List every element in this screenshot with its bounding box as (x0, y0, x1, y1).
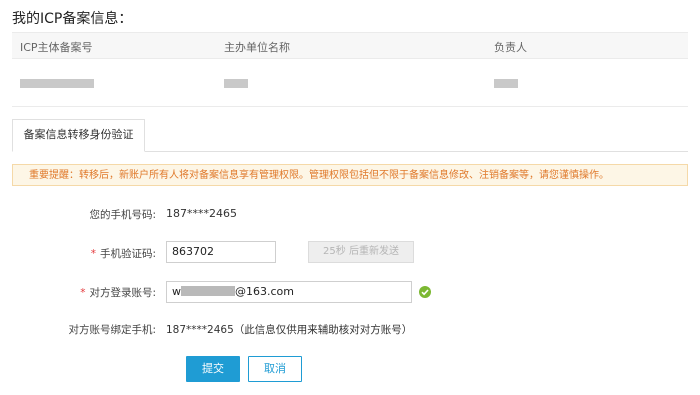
icp-info-table: ICP主体备案号 主办单位名称 负责人 (12, 32, 688, 107)
account-label-group: * 对方登录账号: (80, 285, 156, 300)
phone-value: 187****2465 (166, 207, 237, 220)
account-label: 对方登录账号: (89, 287, 156, 299)
required-mark: * (80, 287, 86, 299)
account-value-prefix: w (172, 285, 181, 298)
check-circle-icon (419, 286, 431, 298)
page-title: 我的ICP备案信息： (12, 11, 133, 27)
table-row (12, 59, 688, 107)
account-value-suffix: @163.com (235, 285, 294, 298)
bound-phone-value: 187****2465（此信息仅供用来辅助核对对方账号） (166, 324, 413, 336)
code-label: 手机验证码: (99, 248, 156, 260)
important-notice: 重要提醒：转移后，新账户所有人将对备案信息享有管理权限。管理权限包括但不限于备案… (12, 164, 688, 186)
code-label-group: * 手机验证码: (91, 246, 156, 261)
bound-phone-label: 对方账号绑定手机: (68, 324, 156, 336)
tab-transfer-verification[interactable]: 备案信息转移身份验证 (12, 119, 145, 152)
phone-label: 您的手机号码: (89, 209, 156, 221)
column-header-principal: 负责人 (494, 41, 527, 54)
resend-code-button[interactable]: 25秒 后重新发送 (308, 241, 414, 263)
redacted-organizer (224, 79, 248, 88)
redacted-record-number (20, 79, 94, 88)
target-account-input[interactable]: w @163.com (166, 281, 412, 303)
verification-code-input[interactable]: 863702 (166, 241, 276, 263)
table-header: ICP主体备案号 主办单位名称 负责人 (12, 32, 688, 59)
required-mark: * (90, 248, 96, 260)
column-header-organizer: 主办单位名称 (224, 41, 290, 54)
redacted-account-part (181, 286, 235, 296)
tab-bar: 备案信息转移身份验证 (12, 119, 688, 152)
redacted-principal (494, 79, 518, 88)
cancel-button[interactable]: 取消 (248, 356, 302, 382)
submit-button[interactable]: 提交 (186, 356, 240, 382)
column-header-record-number: ICP主体备案号 (20, 41, 93, 54)
